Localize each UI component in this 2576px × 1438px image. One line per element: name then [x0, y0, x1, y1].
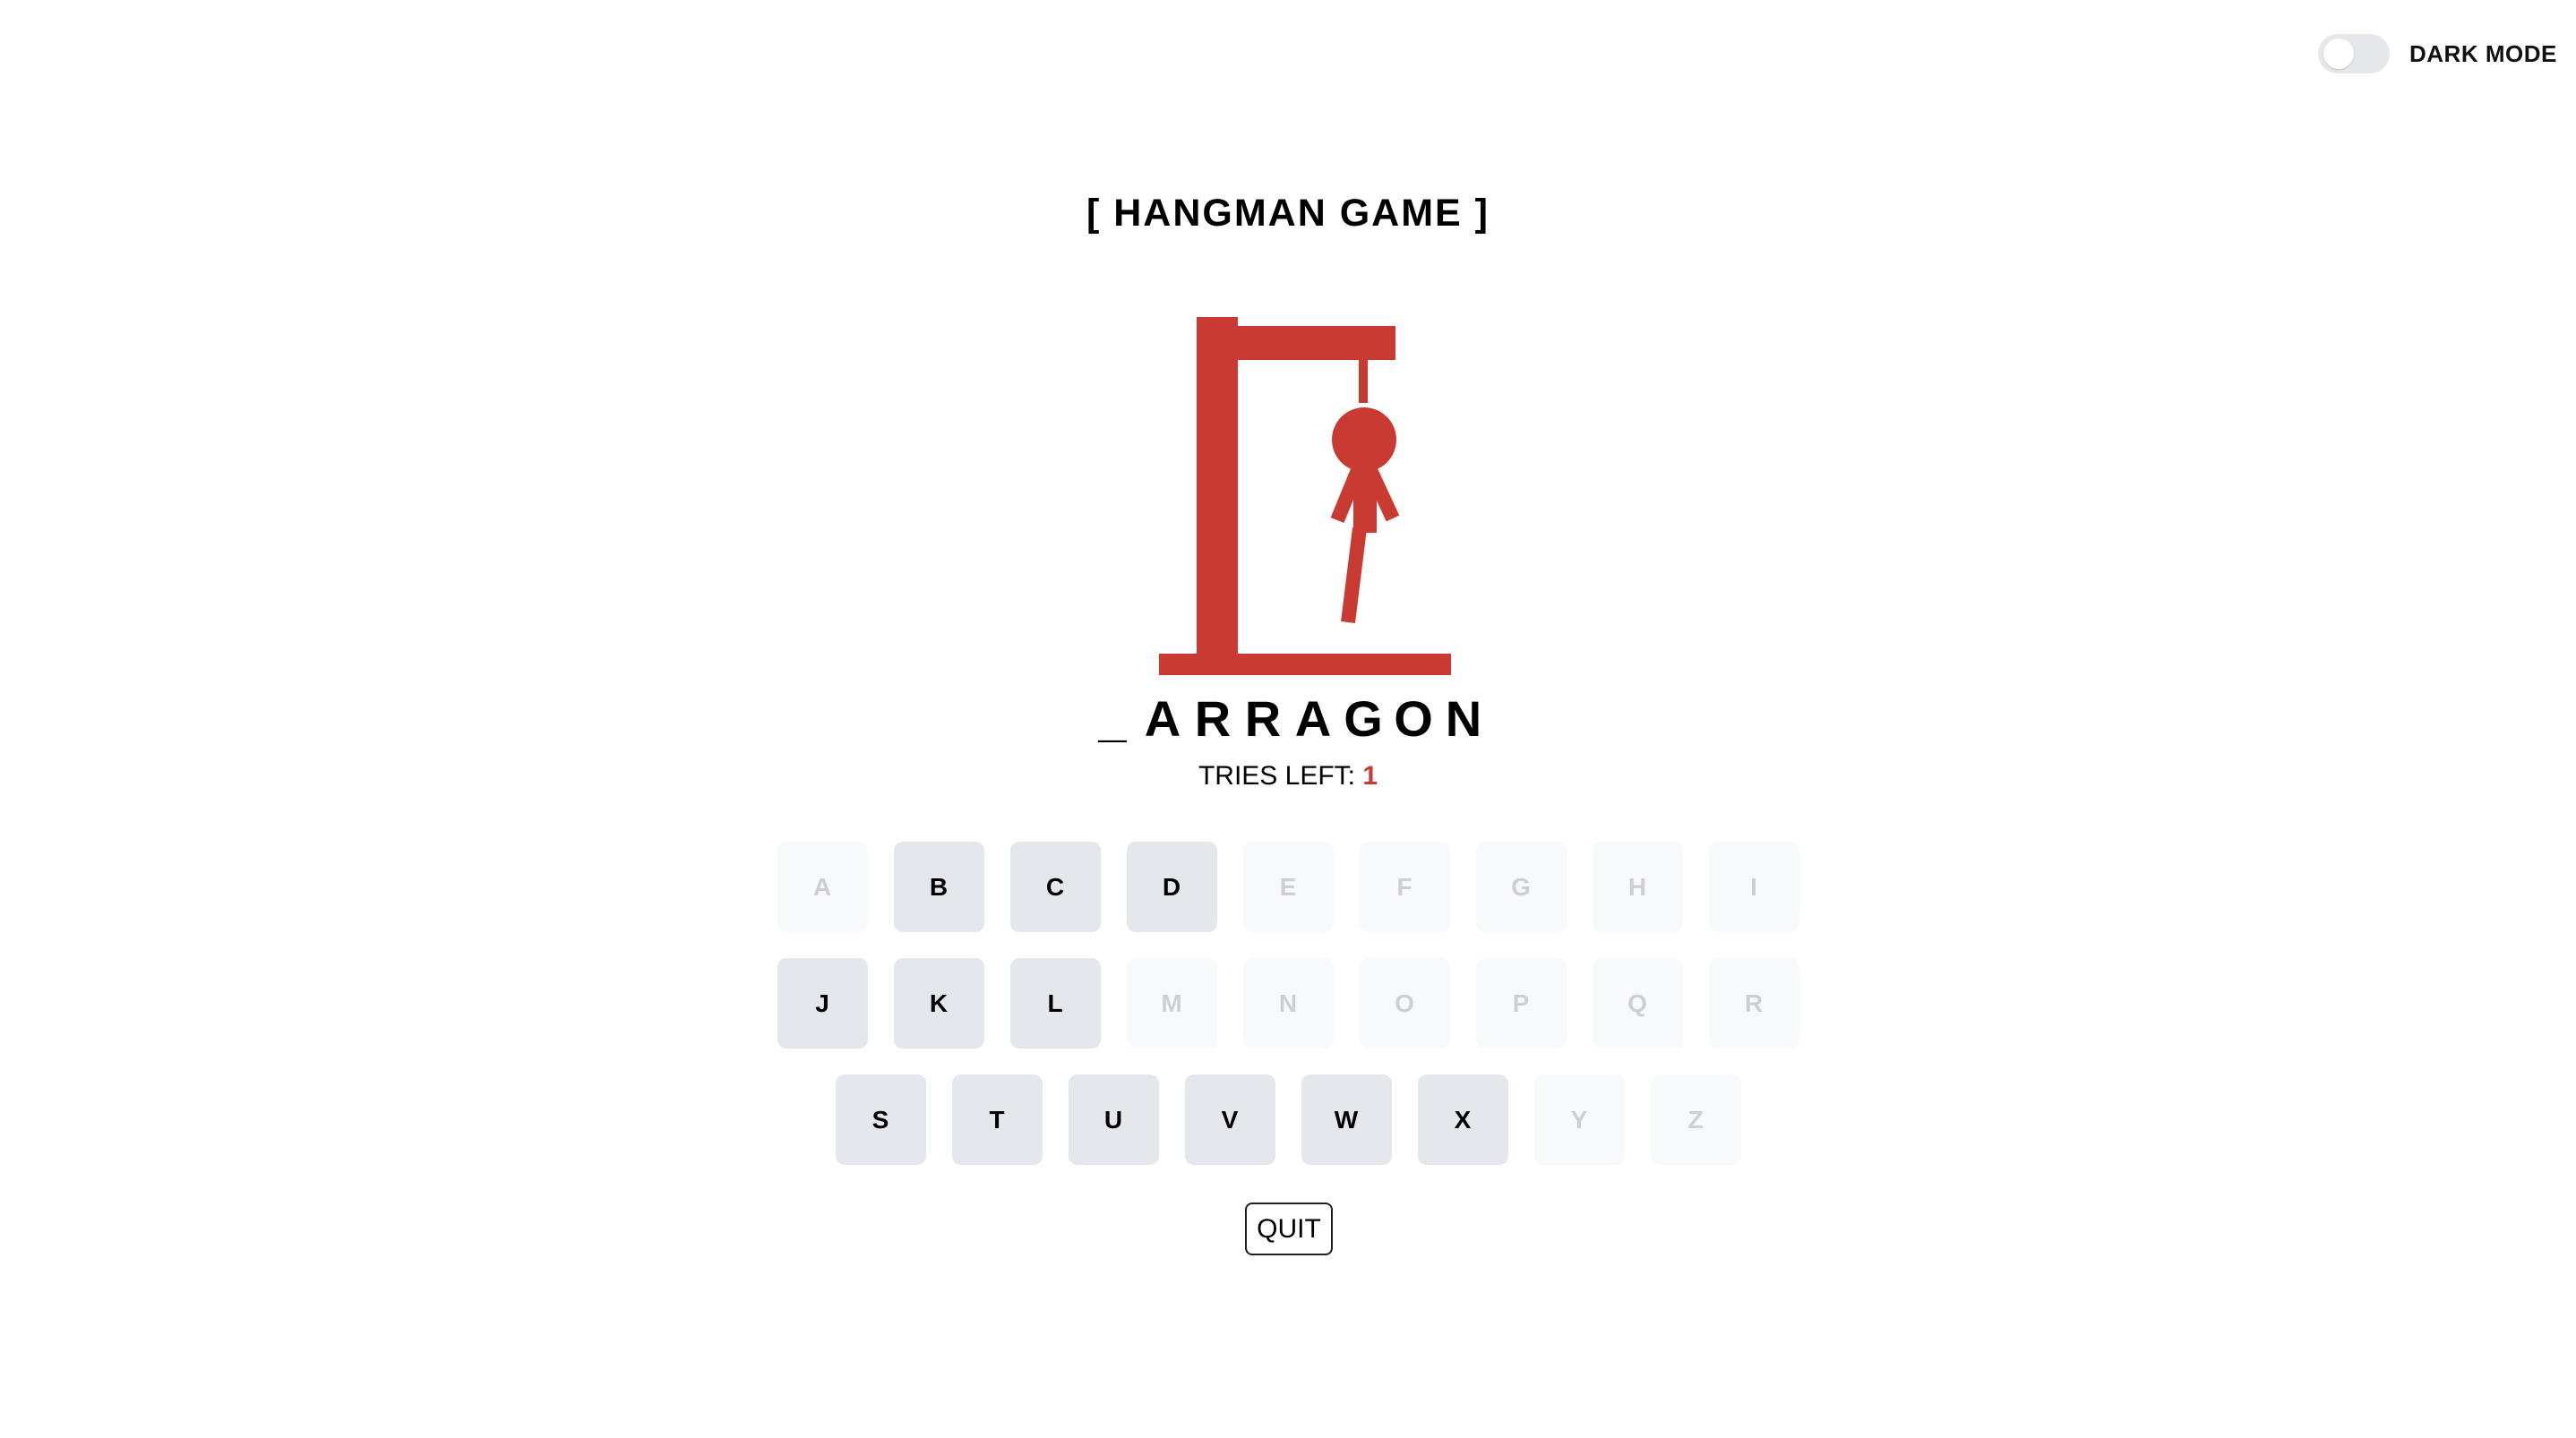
- word-display: _ A R R A G O N: [0, 688, 2576, 750]
- key-r: R: [1708, 958, 1799, 1049]
- key-h: H: [1592, 842, 1683, 932]
- key-i: I: [1708, 842, 1799, 932]
- key-p: P: [1475, 958, 1567, 1049]
- figure-left-leg: [1341, 527, 1367, 623]
- key-x[interactable]: X: [1417, 1074, 1508, 1165]
- dark-mode-label: DARK MODE: [2409, 39, 2557, 67]
- key-f: F: [1359, 842, 1450, 932]
- word-letter: G: [1344, 690, 1383, 747]
- tries-left: TRIES LEFT: 1: [0, 761, 2576, 792]
- key-j[interactable]: J: [777, 958, 868, 1049]
- key-c[interactable]: C: [1009, 842, 1101, 932]
- key-a: A: [777, 842, 868, 932]
- gallows-beam: [1197, 326, 1395, 360]
- letter-keyboard: ABCDEFGHI JKLMNOPQR STUVWXYZ: [0, 842, 2576, 1191]
- toggle-knob: [2323, 39, 2354, 69]
- key-k[interactable]: K: [893, 958, 984, 1049]
- word-letter: R: [1244, 690, 1282, 747]
- key-o: O: [1359, 958, 1450, 1049]
- key-u[interactable]: U: [1068, 1074, 1159, 1165]
- tries-count: 1: [1362, 761, 1378, 791]
- key-y: Y: [1533, 1074, 1625, 1165]
- gallows-pole: [1197, 317, 1238, 666]
- key-q: Q: [1592, 958, 1683, 1049]
- word-letter: A: [1294, 690, 1332, 747]
- word-letter: A: [1144, 690, 1181, 747]
- word-blank: _: [1098, 690, 1127, 747]
- key-b[interactable]: B: [893, 842, 984, 932]
- key-s[interactable]: S: [835, 1074, 926, 1165]
- word-letter: N: [1445, 690, 1482, 747]
- key-v[interactable]: V: [1184, 1074, 1275, 1165]
- keyboard-row: STUVWXYZ: [0, 1074, 2576, 1165]
- key-m: M: [1126, 958, 1217, 1049]
- keyboard-row: JKLMNOPQR: [0, 958, 2576, 1049]
- dark-mode-toggle-group: DARK MODE: [2318, 34, 2557, 73]
- word-letter: R: [1194, 690, 1232, 747]
- key-n: N: [1242, 958, 1334, 1049]
- key-l[interactable]: L: [1009, 958, 1101, 1049]
- hangman-drawing: [1159, 317, 1451, 675]
- word-letter: O: [1394, 690, 1433, 747]
- key-e: E: [1242, 842, 1334, 932]
- key-w[interactable]: W: [1301, 1074, 1392, 1165]
- key-z: Z: [1650, 1074, 1741, 1165]
- key-g: G: [1475, 842, 1567, 932]
- keyboard-row: ABCDEFGHI: [0, 842, 2576, 932]
- tries-label: TRIES LEFT:: [1198, 761, 1355, 791]
- gallows-rope: [1359, 358, 1368, 403]
- figure-head: [1332, 407, 1396, 472]
- dark-mode-toggle[interactable]: [2318, 34, 2390, 73]
- page-title: [ HANGMAN GAME ]: [1086, 192, 1490, 235]
- key-d[interactable]: D: [1126, 842, 1217, 932]
- key-t[interactable]: T: [951, 1074, 1043, 1165]
- quit-button[interactable]: QUIT: [1245, 1203, 1333, 1255]
